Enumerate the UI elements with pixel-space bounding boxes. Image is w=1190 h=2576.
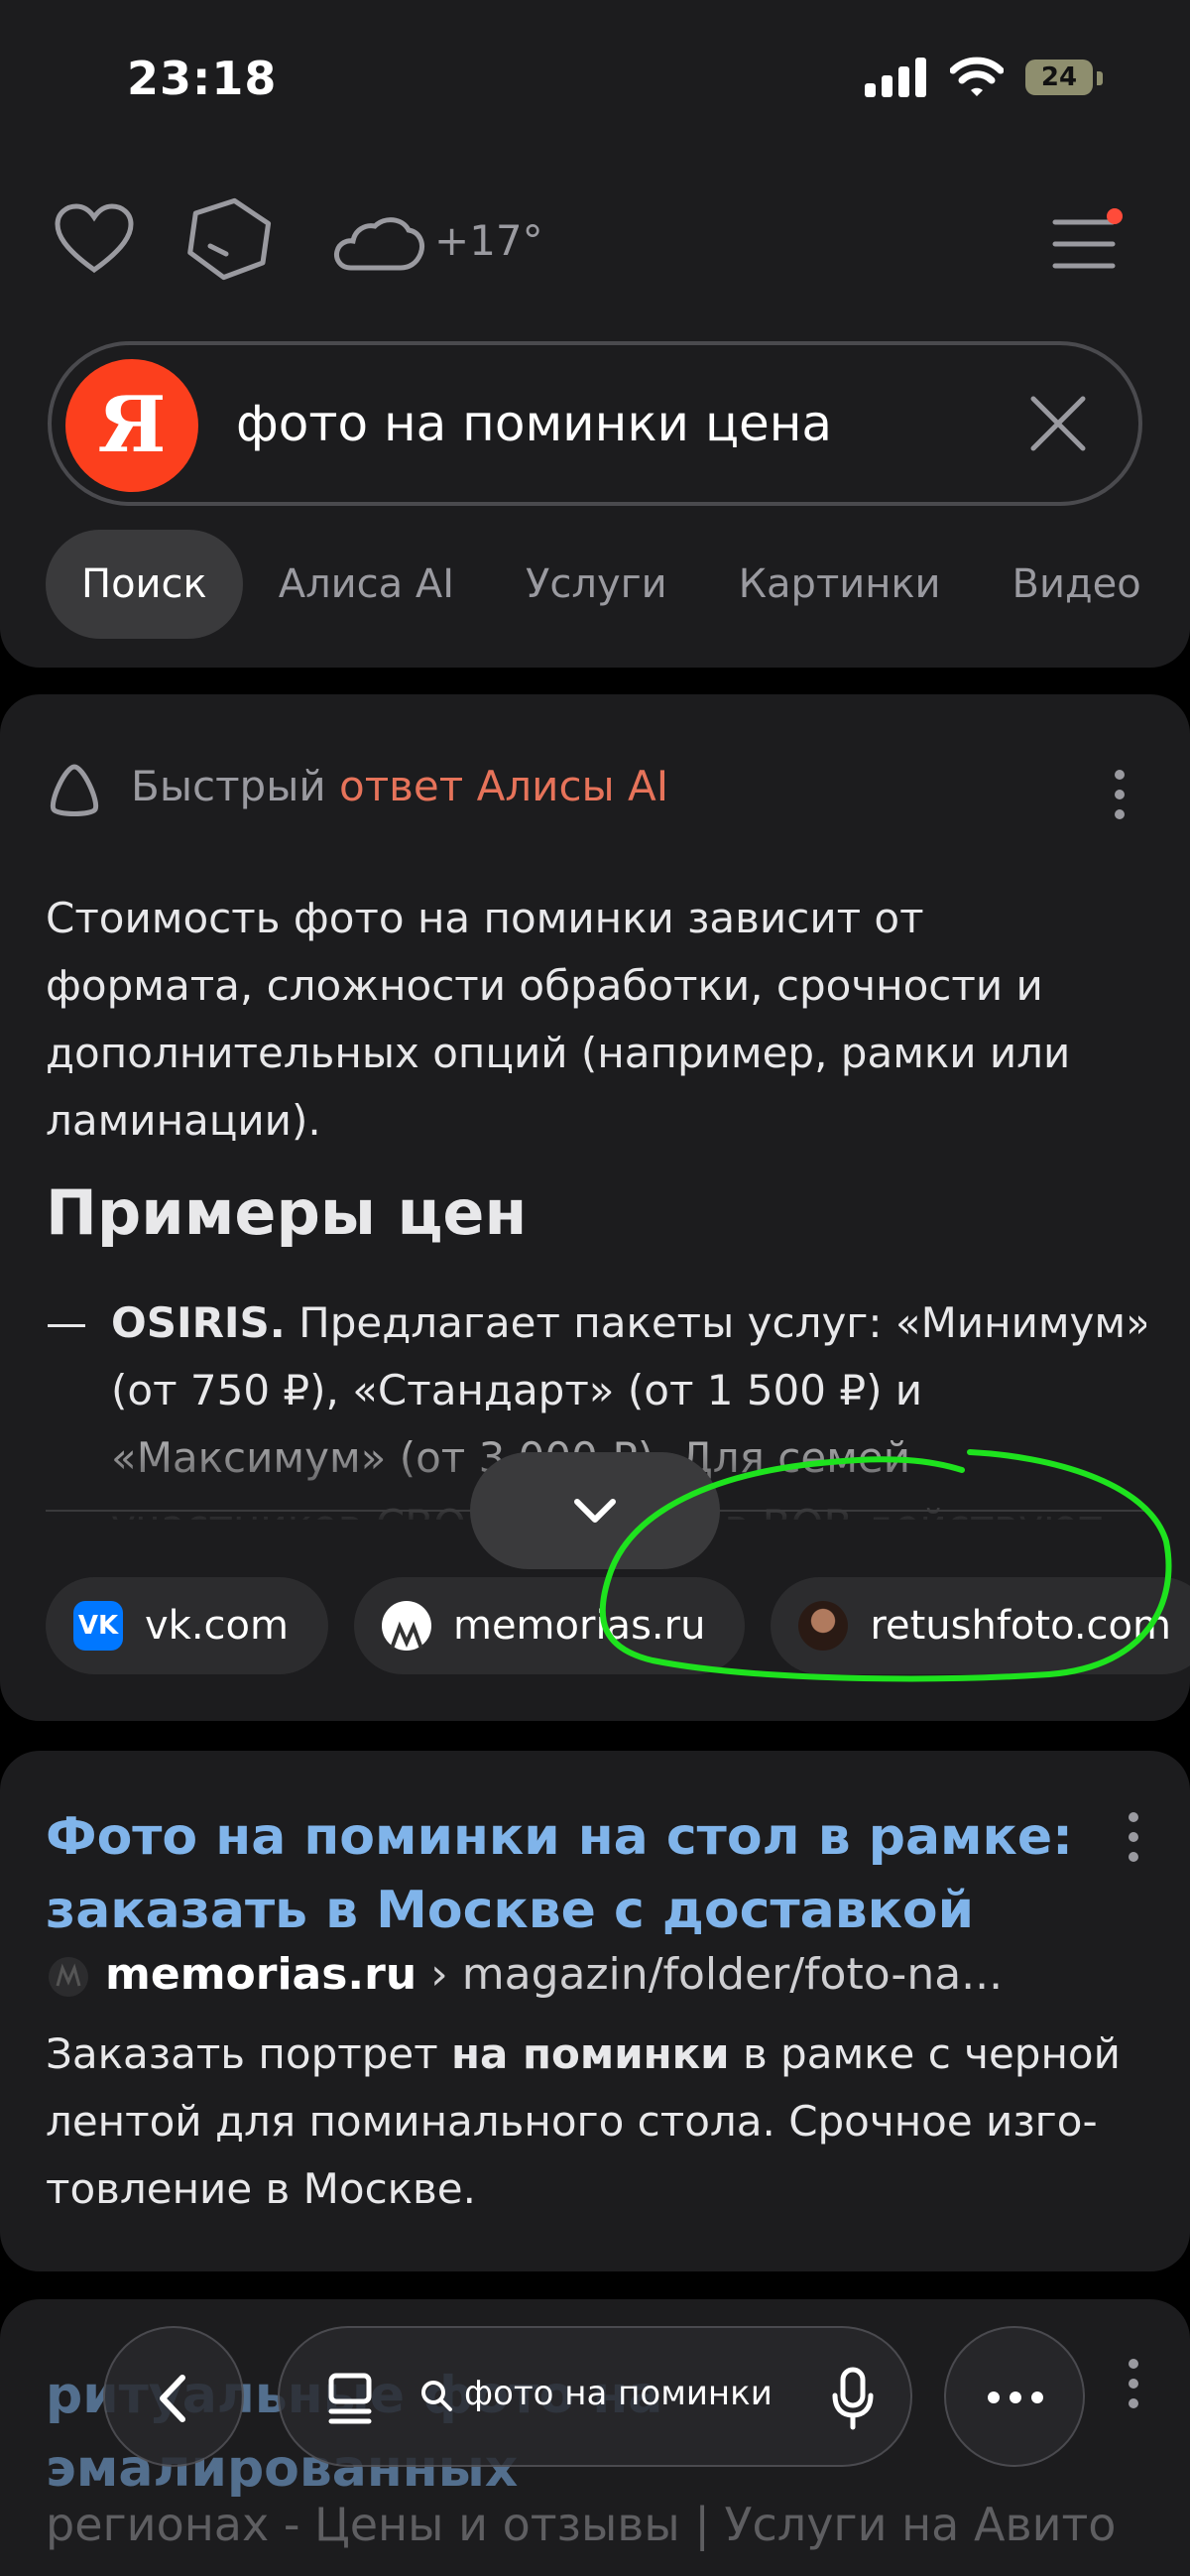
answer-more-icon[interactable] [1113,770,1127,829]
expand-button[interactable] [470,1452,720,1569]
example-company: OSIRIS. [111,1298,286,1347]
cloud-icon[interactable] [331,204,426,274]
search-icon [421,2381,452,2411]
snippet-bold: на поминки [451,2029,730,2078]
back-button[interactable] [103,2326,244,2467]
search-bar[interactable]: Я фото на поминки цена [48,341,1142,506]
alice-icon [50,764,99,816]
tabs-icon[interactable] [325,2370,375,2427]
answer-text: Стоимость фото на поминки зависит от фор… [46,894,1071,1145]
source-label: memorias.ru [452,1603,706,1649]
result-snippet: Заказать портрет на поминки в рамке с че… [46,2021,1146,2223]
result-path: › magazin/folder/foto-na... [416,1949,1004,2000]
tab-services[interactable]: Услуги [490,530,703,639]
memorias-icon [381,1601,431,1651]
retushfoto-icon [798,1601,849,1651]
chevron-left-icon [160,2375,185,2422]
result-domain: memorias.ru [105,1949,417,2000]
examples-heading: Примеры цен [46,1176,528,1249]
chevron-down-icon [574,1499,616,1523]
source-label: vk.com [145,1603,289,1649]
tab-alice[interactable]: Алиса AI [243,530,490,639]
signal-icon [865,58,926,97]
source-retushfoto[interactable]: retushfoto.com [771,1577,1190,1674]
header-panel: 23:18 24 +17° Я фото на поминки цена Пои… [0,0,1190,668]
vk-icon: VK [73,1601,123,1651]
quick-answer-card: Быстрый ответ Алисы AI Стоимость фото на… [0,694,1190,1721]
wifi-icon [950,57,1004,96]
notification-dot [1107,208,1123,224]
result-title[interactable]: Фото на поминки на стол в рамке: заказат… [46,1800,1097,1947]
menu-icon[interactable] [1051,218,1117,270]
result-more-icon[interactable] [1127,1812,1140,1872]
source-chips: VK vk.com memorias.ru retushfoto.com [46,1577,1190,1674]
tab-images[interactable]: Картинки [703,530,977,639]
example-dash: — [46,1298,87,1347]
battery-icon: 24 [1025,60,1093,95]
tab-search[interactable]: Поиск [46,530,243,639]
favicon-icon [49,1957,88,1997]
search-tabs: Поиск Алиса AI Услуги Картинки Видео [46,530,1177,639]
result-more-icon[interactable] [1127,2359,1140,2418]
heart-icon[interactable] [54,202,135,276]
bottom-search-bar[interactable]: фото на поминки [278,2326,912,2467]
result-subtitle: регионах - Цены и отзывы | Услуги на Ави… [46,2498,1117,2576]
snippet-part: Заказать портрет [46,2029,452,2078]
source-vk[interactable]: VK vk.com [46,1577,328,1674]
result-url[interactable]: memorias.ru › magazin/folder/foto-na... [46,1949,1003,2000]
source-label: retushfoto.com [870,1603,1171,1649]
clear-icon[interactable] [1027,393,1089,454]
battery-tip [1097,71,1103,85]
temperature[interactable]: +17° [434,216,543,265]
status-time: 23:18 [127,52,278,105]
quick-answer-label-prefix: Быстрый [131,762,339,810]
source-memorias[interactable]: memorias.ru [353,1577,746,1674]
bottom-search-query[interactable]: фото на поминки [464,2374,773,2413]
quick-answer-label-accent: ответ Алисы AI [339,762,669,810]
quick-answer-label: Быстрый ответ Алисы AI [131,762,668,810]
search-input[interactable]: фото на поминки цена [236,395,832,452]
microphone-icon[interactable] [831,2366,875,2431]
search-result[interactable]: Фото на поминки на стол в рамке: заказат… [0,1751,1190,2271]
more-dots-icon [988,2392,1043,2403]
more-button[interactable] [944,2326,1085,2467]
collections-icon[interactable] [186,196,272,282]
tab-video[interactable]: Видео [977,530,1177,639]
yandex-logo[interactable]: Я [65,359,198,492]
